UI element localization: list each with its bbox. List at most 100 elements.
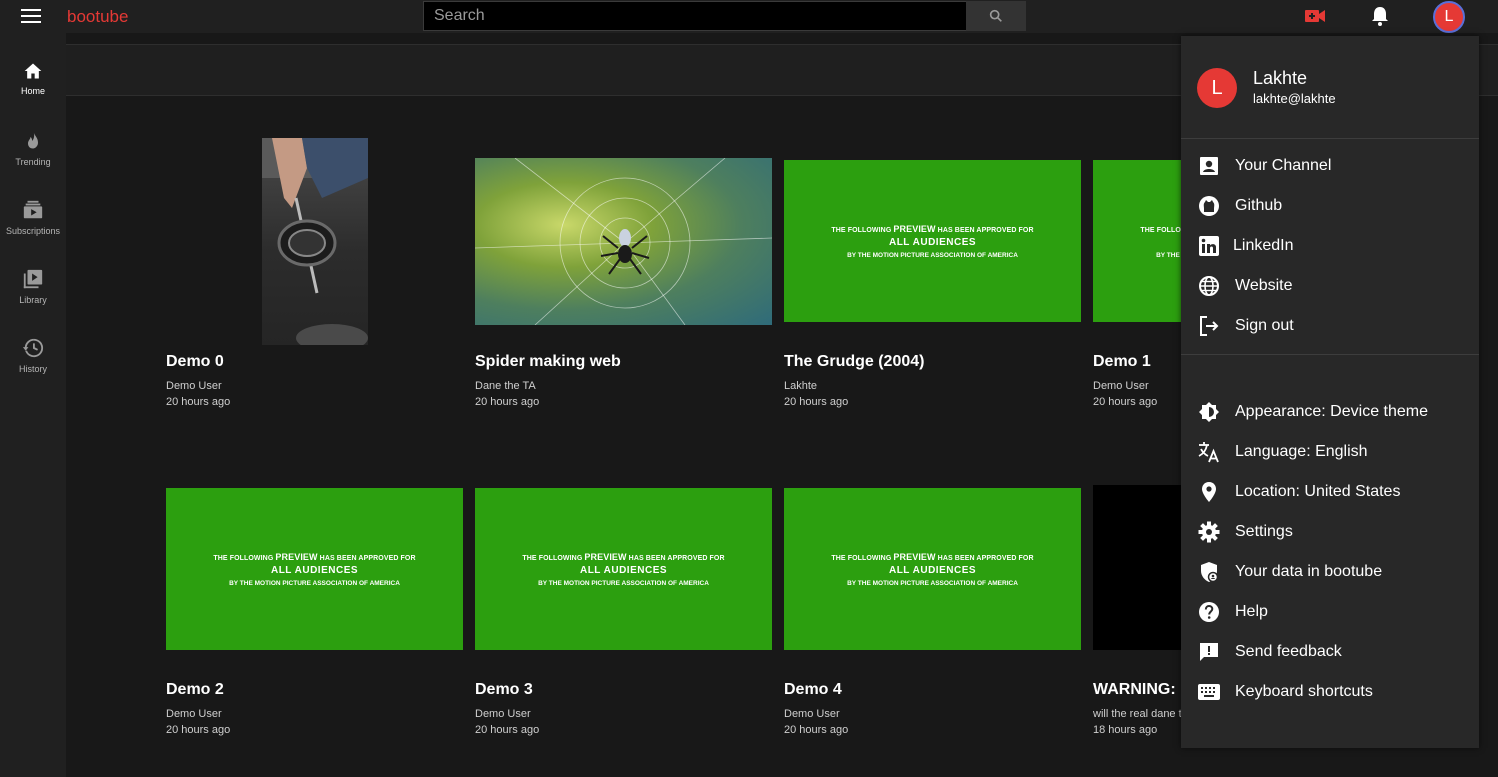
menu-item-label: Github [1235, 197, 1283, 214]
search-input[interactable] [423, 1, 967, 31]
barbell-image-icon [262, 138, 368, 345]
sidebar-item-library[interactable]: Library [0, 268, 66, 326]
preview-line1: THE FOLLOWING PREVIEW HAS BEEN APPROVED … [522, 551, 725, 562]
menu-item-help[interactable]: Help [1181, 592, 1479, 632]
shield-person-icon [1197, 560, 1221, 584]
video-title[interactable]: Spider making web [475, 353, 621, 371]
avatar[interactable]: L [1433, 1, 1465, 33]
menu-item-sign-out[interactable]: Sign out [1181, 306, 1479, 346]
account-box-icon [1197, 154, 1221, 178]
keyboard-icon [1197, 680, 1221, 704]
video-time: 20 hours ago [475, 396, 540, 408]
bell-icon [1372, 7, 1388, 26]
sidebar-item-label: Home [20, 86, 45, 96]
app-logo[interactable]: bootube [67, 7, 128, 27]
menu-item-appearance[interactable]: Appearance: Device theme [1181, 392, 1479, 432]
video-channel[interactable]: Demo User [784, 708, 840, 720]
menu-item-label: Your data in bootube [1235, 563, 1383, 580]
sidebar-item-label: History [18, 364, 47, 374]
preview-line3: BY THE MOTION PICTURE ASSOCIATION OF AME… [847, 579, 1018, 587]
video-thumbnail[interactable] [475, 158, 772, 325]
video-thumbnail[interactable]: THE FOLLOWING PREVIEW HAS BEEN APPROVED … [166, 488, 463, 650]
sidebar-item-home[interactable]: Home [0, 61, 66, 119]
video-thumbnail[interactable]: THE FOLLOWING PREVIEW HAS BEEN APPROVED … [475, 488, 772, 650]
preview-line3: BY THE MOTION PICTURE ASSOCIATION OF AME… [538, 579, 709, 587]
menu-item-label: Keyboard shortcuts [1235, 683, 1373, 700]
sidebar-item-history[interactable]: History [0, 337, 66, 395]
preview-line3: BY THE MOTION PICTURE ASSOCIATION OF AME… [229, 579, 400, 587]
preview-line2: ALL AUDIENCES [270, 564, 359, 576]
menu-item-language[interactable]: Language: English [1181, 432, 1479, 472]
video-channel[interactable]: Dane the TA [475, 380, 536, 392]
video-channel[interactable]: Demo User [475, 708, 531, 720]
create-video-button[interactable] [1304, 6, 1326, 26]
video-time: 20 hours ago [784, 396, 849, 408]
theme-icon [1197, 400, 1221, 424]
gear-icon [1197, 520, 1221, 544]
menu-divider [1181, 354, 1479, 355]
menu-item-send-feedback[interactable]: Send feedback [1181, 632, 1479, 672]
video-title[interactable]: Demo 4 [784, 681, 842, 699]
globe-icon [1197, 274, 1221, 298]
preview-line3: BY THE MOTION PICTURE ASSOCIATION OF AME… [847, 251, 1018, 259]
menu-divider [1181, 138, 1479, 139]
menu-item-label: Sign out [1235, 317, 1294, 334]
video-thumbnail[interactable]: THE FOLLOWING PREVIEW HAS BEEN APPROVED … [784, 488, 1081, 650]
video-thumbnail[interactable]: THE FOLLOWING PREVIEW HAS BEEN APPROVED … [784, 160, 1081, 322]
notifications-button[interactable] [1369, 6, 1391, 26]
sidebar: Home Trending Subscriptions Library Hist… [0, 33, 66, 777]
menu-item-location[interactable]: Location: United States [1181, 472, 1479, 512]
menu-item-label: Send feedback [1235, 643, 1342, 660]
feedback-icon [1197, 640, 1221, 664]
video-channel[interactable]: Demo User [166, 380, 222, 392]
video-title[interactable]: Demo 3 [475, 681, 533, 699]
sidebar-item-label: Library [19, 295, 47, 305]
menu-item-your-data[interactable]: Your data in bootube [1181, 552, 1479, 592]
menu-item-label: Your Channel [1235, 157, 1332, 174]
menu-item-website[interactable]: Website [1181, 266, 1479, 306]
menu-item-label: Help [1235, 603, 1268, 620]
sidebar-item-subscriptions[interactable]: Subscriptions [0, 199, 66, 257]
preview-line2: ALL AUDIENCES [579, 564, 668, 576]
translate-icon [1197, 440, 1221, 464]
menu-item-linkedin[interactable]: LinkedIn [1181, 226, 1479, 266]
menu-item-label: LinkedIn [1233, 237, 1294, 254]
top-bar: bootube L [0, 0, 1498, 33]
video-time: 20 hours ago [1093, 396, 1158, 408]
menu-item-label: Settings [1235, 523, 1293, 540]
video-title[interactable]: Demo 1 [1093, 353, 1151, 371]
preview-line2: ALL AUDIENCES [888, 564, 977, 576]
preview-line1: THE FOLLOWING PREVIEW HAS BEEN APPROVED … [831, 223, 1034, 234]
video-thumbnail[interactable] [262, 138, 368, 345]
video-camera-plus-icon [1305, 10, 1325, 22]
video-time: 20 hours ago [166, 724, 231, 736]
menu-item-label: Language: English [1235, 443, 1368, 460]
menu-item-github[interactable]: Github [1181, 186, 1479, 226]
sidebar-item-trending[interactable]: Trending [0, 130, 66, 188]
github-icon [1197, 194, 1221, 218]
video-channel[interactable]: Demo User [1093, 380, 1149, 392]
search-button[interactable] [966, 1, 1026, 31]
menu-item-settings[interactable]: Settings [1181, 512, 1479, 552]
preview-line1: THE FOLLOWING PREVIEW HAS BEEN APPROVED … [213, 551, 416, 562]
video-channel[interactable]: Demo User [166, 708, 222, 720]
library-icon [23, 269, 43, 289]
history-icon [22, 338, 44, 358]
menu-user-name: Lakhte [1253, 68, 1308, 88]
help-icon [1197, 600, 1221, 624]
video-title[interactable]: Demo 2 [166, 681, 224, 699]
search-icon [989, 9, 1002, 22]
video-title[interactable]: Demo 0 [166, 353, 224, 371]
video-channel[interactable]: Lakhte [784, 380, 817, 392]
menu-item-label: Appearance: Device theme [1235, 403, 1428, 420]
menu-item-your-channel[interactable]: Your Channel [1181, 146, 1479, 186]
location-pin-icon [1197, 480, 1221, 504]
account-menu: L Lakhte lakhte@lakhte Your Channel Gith… [1181, 36, 1479, 748]
menu-item-keyboard-shortcuts[interactable]: Keyboard shortcuts [1181, 672, 1479, 712]
video-title[interactable]: The Grudge (2004) [784, 353, 924, 371]
video-time: 20 hours ago [166, 396, 231, 408]
menu-hamburger-icon[interactable] [21, 9, 41, 23]
spider-image-icon [475, 158, 772, 325]
video-time: 20 hours ago [475, 724, 540, 736]
menu-item-label: Location: United States [1235, 483, 1401, 500]
